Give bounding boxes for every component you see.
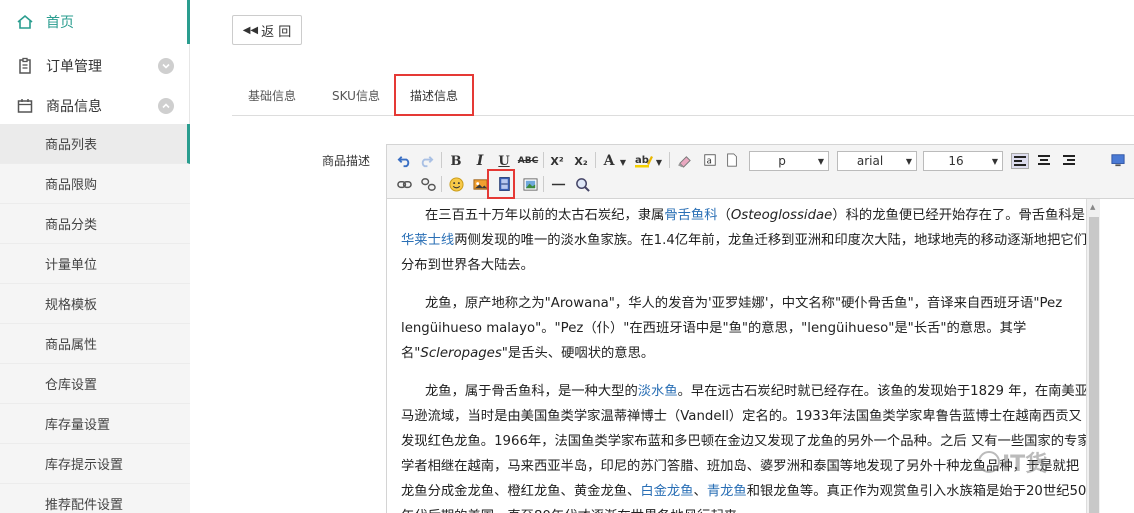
calendar-icon	[16, 97, 34, 115]
preview-zoom-icon[interactable]	[573, 175, 591, 193]
sidebar-item-label: 商品属性	[45, 338, 98, 353]
sidebar-item-purchase-limit[interactable]: 商品限购	[0, 164, 190, 204]
sidebar-item-unit[interactable]: 计量单位	[0, 244, 190, 284]
caret-down-icon[interactable]: ▼	[655, 153, 663, 171]
sidebar-item-label: 库存量设置	[45, 418, 111, 433]
font-color-button[interactable]: A	[601, 152, 617, 170]
sidebar-item-label: 商品列表	[45, 138, 98, 153]
toolbar-separator	[669, 152, 670, 168]
tab-label: 基础信息	[247, 88, 296, 103]
gallery-icon[interactable]	[521, 175, 539, 193]
font-family-select-value: arial	[856, 154, 884, 168]
bold-button[interactable]: B	[447, 152, 465, 170]
fullscreen-icon[interactable]	[1109, 151, 1127, 169]
align-center-button[interactable]	[1035, 153, 1053, 169]
svg-text:a: a	[707, 157, 712, 167]
sidebar-item-warehouse[interactable]: 仓库设置	[0, 364, 190, 404]
text-link[interactable]: 骨舌鱼科	[664, 208, 717, 223]
paragraph: 龙鱼，原产地称之为"Arowana"，华人的发音为'亚罗娃娜'，中文名称"硬仆骨…	[401, 296, 1063, 361]
caret-down-icon: ▼	[905, 156, 913, 166]
link-icon[interactable]	[395, 175, 413, 193]
sidebar-item-label: 商品分类	[45, 218, 98, 233]
strikethrough-button[interactable]: ABC	[517, 152, 539, 170]
clipboard-icon	[16, 57, 34, 75]
toolbar-separator	[441, 152, 442, 168]
sidebar-item-stock-alert[interactable]: 库存提示设置	[0, 444, 190, 484]
nav-products[interactable]: 商品信息	[0, 84, 190, 128]
toolbar-separator	[543, 176, 544, 192]
editor-toolbar: B I U ABC X² X₂ A ▼ ab ▼ a p ▼ arial ▼ 1…	[387, 145, 1134, 199]
description-label: 商品描述	[322, 154, 371, 168]
underline-button[interactable]: U	[495, 152, 513, 170]
align-right-button[interactable]	[1059, 153, 1077, 169]
text-link[interactable]: 青龙鱼	[707, 484, 747, 499]
nav-home[interactable]: 首页	[0, 0, 190, 44]
sidebar-item-category[interactable]: 商品分类	[0, 204, 190, 244]
toolbar-separator	[595, 152, 596, 168]
text-link[interactable]: 白金龙鱼	[640, 484, 693, 499]
text-link[interactable]: 华莱士线	[401, 233, 454, 248]
nav-products-label: 商品信息	[46, 99, 102, 115]
sidebar-item-accessories[interactable]: 推荐配件设置	[0, 484, 190, 513]
watermark-logo-icon	[978, 451, 1000, 473]
nav-orders[interactable]: 订单管理	[0, 44, 190, 88]
subscript-button[interactable]: X₂	[571, 152, 591, 170]
caret-down-icon: ▼	[817, 156, 825, 166]
tab-basic-info[interactable]: 基础信息	[232, 74, 312, 116]
tab-sku-info[interactable]: SKU信息	[316, 74, 396, 116]
chevron-down-icon[interactable]	[158, 58, 174, 74]
sidebar-item-label: 计量单位	[45, 258, 98, 273]
double-arrow-left-icon: ◀◀	[242, 24, 259, 36]
highlight-box	[487, 169, 515, 199]
paragraph-select-value: p	[778, 154, 786, 168]
paragraph-select[interactable]: p ▼	[749, 151, 829, 171]
copy-format-icon[interactable]: a	[701, 151, 719, 169]
caret-down-icon[interactable]: ▼	[619, 153, 627, 171]
sidebar-item-label: 库存提示设置	[45, 458, 124, 473]
eraser-icon[interactable]	[675, 151, 693, 169]
nav-home-label: 首页	[46, 15, 74, 31]
scroll-up-arrow-icon[interactable]: ▲	[1090, 203, 1095, 211]
undo-icon[interactable]	[395, 151, 413, 169]
superscript-button[interactable]: X²	[547, 152, 567, 170]
emoji-icon[interactable]	[447, 175, 465, 193]
sidebar-item-spec-template[interactable]: 规格模板	[0, 284, 190, 324]
sidebar-item-label: 推荐配件设置	[45, 498, 124, 513]
sidebar-item-product-list[interactable]: 商品列表	[0, 124, 190, 164]
editor-scrollbar[interactable]: ▲	[1086, 199, 1100, 513]
svg-text:ab: ab	[635, 155, 649, 166]
new-page-icon[interactable]	[723, 151, 741, 169]
tab-description[interactable]: 描述信息	[394, 74, 474, 116]
toolbar-separator	[441, 176, 442, 192]
tab-label: SKU信息	[332, 88, 380, 103]
sidebar-item-label: 仓库设置	[45, 378, 98, 393]
back-button-label: 返 回	[261, 24, 292, 40]
sidebar: 首页 订单管理 商品信息 商品列表 商品限购 商品分类 计量单位 规格模板 商品…	[0, 0, 190, 513]
sidebar-item-stock[interactable]: 库存量设置	[0, 404, 190, 444]
toolbar-separator	[543, 152, 544, 168]
font-size-select-value: 16	[948, 154, 964, 168]
back-button[interactable]: ◀◀ 返 回	[232, 15, 302, 45]
scroll-thumb[interactable]	[1089, 217, 1099, 513]
watermark: IT货	[978, 446, 1047, 478]
sidebar-item-label: 商品限购	[45, 178, 98, 193]
paragraph: 在三百五十万年以前的太古石炭纪，隶属骨舌鱼科（Osteoglossidae）科的…	[401, 208, 1087, 273]
text-link[interactable]: 淡水鱼	[638, 384, 678, 399]
home-icon	[16, 13, 34, 31]
align-left-button[interactable]	[1011, 153, 1029, 169]
sidebar-item-label: 规格模板	[45, 298, 98, 313]
redo-icon[interactable]	[417, 151, 435, 169]
caret-down-icon: ▼	[991, 156, 999, 166]
unlink-icon[interactable]	[419, 175, 437, 193]
horizontal-rule-icon[interactable]	[549, 175, 567, 193]
highlight-color-icon[interactable]: ab	[633, 151, 655, 169]
tab-bar: 基础信息 SKU信息 描述信息	[232, 74, 1134, 116]
tab-label: 描述信息	[409, 88, 458, 103]
italic-button[interactable]: I	[471, 152, 489, 170]
sidebar-item-attributes[interactable]: 商品属性	[0, 324, 190, 364]
nav-orders-label: 订单管理	[46, 59, 102, 75]
font-size-select[interactable]: 16 ▼	[923, 151, 1003, 171]
font-family-select[interactable]: arial ▼	[837, 151, 917, 171]
chevron-up-icon[interactable]	[158, 98, 174, 114]
